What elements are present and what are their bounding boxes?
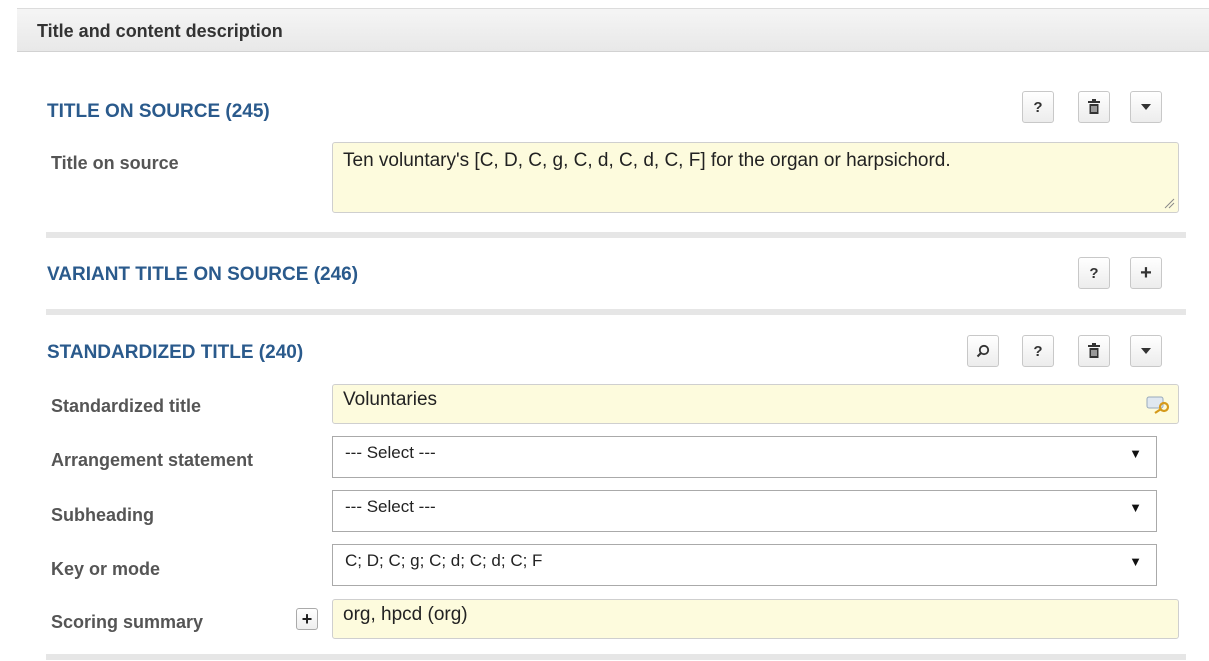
title-on-source-textarea[interactable]: Ten voluntary's [C, D, C, g, C, d, C, d,… <box>332 142 1179 213</box>
arrangement-statement-label: Arrangement statement <box>51 450 254 470</box>
delete-button[interactable] <box>1078 335 1110 367</box>
key-icon[interactable] <box>1146 394 1172 414</box>
title-content-panel: Title and content description TITLE ON S… <box>17 0 1209 661</box>
section-title-on-source-heading: TITLE ON SOURCE (245) <box>47 101 270 122</box>
panel-header: Title and content description <box>17 8 1209 52</box>
trash-icon <box>1087 99 1101 115</box>
menu-dropdown-button[interactable] <box>1130 335 1162 367</box>
panel-title: Title and content description <box>37 21 283 41</box>
key-or-mode-select[interactable]: C; D; C; g; C; d; C; d; C; F ▼ <box>332 544 1157 586</box>
caret-down-icon <box>1141 348 1151 354</box>
standardized-title-input[interactable]: Voluntaries <box>332 384 1179 424</box>
help-button[interactable]: ? <box>1022 335 1054 367</box>
caret-down-icon <box>1141 104 1151 110</box>
select-arrow-icon: ▼ <box>1129 446 1142 461</box>
key-or-mode-label: Key or mode <box>51 559 161 579</box>
scoring-summary-label: Scoring summary <box>51 612 204 632</box>
section-standardized-title-heading: STANDARDIZED TITLE (240) <box>47 342 304 363</box>
menu-dropdown-button[interactable] <box>1130 91 1162 123</box>
help-button[interactable]: ? <box>1078 257 1110 289</box>
add-button[interactable]: + <box>1130 257 1162 289</box>
help-button[interactable]: ? <box>1022 91 1054 123</box>
add-scoring-button[interactable]: + <box>296 608 318 630</box>
subheading-select[interactable]: --- Select --- ▼ <box>332 490 1157 532</box>
plus-icon: + <box>1140 261 1152 284</box>
section-divider <box>46 232 1186 238</box>
scoring-summary-input[interactable]: org, hpcd (org) <box>332 599 1179 639</box>
plus-icon: + <box>301 608 313 629</box>
section-divider <box>46 654 1186 660</box>
select-arrow-icon: ▼ <box>1129 500 1142 515</box>
title-on-source-text: Ten voluntary's [C, D, C, g, C, d, C, d,… <box>343 150 951 171</box>
subheading-label: Subheading <box>51 505 154 525</box>
search-button[interactable] <box>967 335 999 367</box>
arrangement-statement-value: --- Select --- <box>345 443 436 462</box>
help-icon: ? <box>1089 264 1099 282</box>
trash-icon <box>1087 343 1101 359</box>
key-or-mode-value: C; D; C; g; C; d; C; d; C; F <box>345 551 543 570</box>
standardized-title-value: Voluntaries <box>343 389 438 410</box>
search-icon <box>976 344 990 358</box>
help-icon: ? <box>1033 342 1043 360</box>
standardized-title-label: Standardized title <box>51 396 202 416</box>
section-variant-title-heading: VARIANT TITLE ON SOURCE (246) <box>47 264 359 285</box>
delete-button[interactable] <box>1078 91 1110 123</box>
scoring-summary-value: org, hpcd (org) <box>343 604 468 625</box>
title-on-source-label: Title on source <box>51 153 179 173</box>
help-icon: ? <box>1033 98 1043 116</box>
select-arrow-icon: ▼ <box>1129 554 1142 569</box>
subheading-value: --- Select --- <box>345 497 436 516</box>
resize-handle-icon[interactable] <box>1163 197 1175 209</box>
arrangement-statement-select[interactable]: --- Select --- ▼ <box>332 436 1157 478</box>
section-divider <box>46 309 1186 315</box>
